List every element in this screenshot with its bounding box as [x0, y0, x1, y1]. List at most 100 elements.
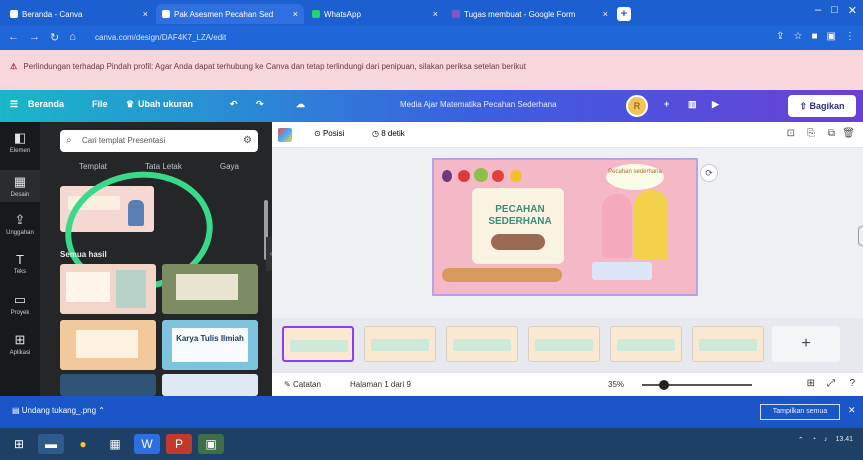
store-icon[interactable]: ▦	[102, 434, 128, 454]
template-thumbnail[interactable]	[60, 374, 156, 396]
fullscreen-icon[interactable]: ⤢	[827, 378, 835, 389]
tab-whatsapp[interactable]: WhatsApp ×	[306, 4, 444, 24]
rail-item-uploads[interactable]: ⇪ Unggahan	[0, 212, 40, 236]
file-menu[interactable]: File	[92, 99, 108, 109]
color-picker-icon[interactable]	[278, 128, 292, 142]
help-icon[interactable]: ?	[849, 378, 855, 389]
add-page-button[interactable]: +	[772, 326, 840, 362]
document-title[interactable]: Media Ajar Matematika Pecahan Sederhana	[400, 100, 557, 109]
share-button[interactable]: ⇧ Bagikan	[788, 95, 856, 117]
minimize-icon[interactable]: –	[815, 4, 821, 17]
zoom-knob[interactable]	[659, 380, 669, 390]
grid-view-icon[interactable]: ⊞	[807, 378, 815, 389]
template-thumbnail[interactable]	[162, 374, 258, 396]
template-search-input[interactable]: ⌕ Cari templat Presentasi ⚙	[60, 130, 258, 152]
close-icon[interactable]: ×	[433, 9, 438, 19]
side-handle[interactable]	[858, 226, 863, 246]
design-title[interactable]: PECAHAN SEDERHANA	[474, 204, 566, 228]
close-icon[interactable]: ×	[143, 9, 148, 19]
redo-icon[interactable]: ↷	[256, 99, 264, 110]
plus-icon[interactable]: +	[664, 99, 669, 109]
close-icon[interactable]: ×	[603, 9, 608, 19]
design-start-button[interactable]	[491, 234, 545, 250]
close-icon[interactable]: ✕	[848, 405, 856, 416]
trash-icon[interactable]: 🗑	[842, 128, 855, 139]
forward-icon[interactable]: →	[29, 31, 40, 44]
resize-button[interactable]: Ubah ukuran	[138, 99, 193, 109]
chrome-icon[interactable]: ●	[70, 434, 96, 454]
page-thumbnail[interactable]	[610, 326, 682, 362]
network-icon[interactable]: ◔	[812, 436, 816, 444]
notes-button[interactable]: ✎ Catatan	[284, 380, 321, 389]
close-icon[interactable]: ×	[293, 9, 298, 19]
template-thumbnail[interactable]	[60, 264, 156, 314]
show-all-downloads-button[interactable]: Tampilkan semua	[760, 404, 840, 420]
page-thumbnail[interactable]	[282, 326, 354, 362]
taskbar: ⊞ ▬ ● ▦ W P ▣ ⌃ ◔ ♪ 13.41	[0, 428, 863, 460]
lock-icon[interactable]: ⊡	[787, 128, 795, 139]
extensions-icon[interactable]: ■	[812, 31, 818, 42]
rail-item-text[interactable]: T Teks	[0, 252, 40, 275]
page-thumb-content	[535, 339, 593, 351]
layout-icon: ▦	[13, 174, 27, 189]
rail-item-elements[interactable]: ◧ Elemen	[0, 130, 40, 154]
tab-styles[interactable]: Gaya	[220, 162, 239, 171]
duplicate-icon[interactable]: ⧉	[828, 128, 835, 139]
avatar[interactable]: R	[626, 95, 648, 117]
copy-style-icon[interactable]: ⎘	[807, 128, 815, 139]
volume-icon[interactable]: ♪	[824, 436, 828, 444]
file-explorer-icon[interactable]: ▬	[38, 434, 64, 454]
reload-icon[interactable]: ↻	[50, 31, 59, 44]
share-page-icon[interactable]: ⇪	[776, 31, 784, 42]
share-label: Bagikan	[809, 101, 845, 111]
page-thumbnail[interactable]	[364, 326, 436, 362]
books-illustration	[592, 262, 652, 280]
tab-google-form[interactable]: Tugas membuat - Google Form ×	[446, 4, 614, 24]
template-thumbnail[interactable]	[60, 320, 156, 370]
file-icon: ▤	[12, 406, 22, 415]
word-icon[interactable]: W	[134, 434, 160, 454]
page-thumb-content	[371, 339, 429, 351]
url-field[interactable]: canva.com/design/DAF4K7_LZA/edit	[95, 31, 685, 45]
sidebar-icon[interactable]: ▣	[827, 31, 836, 42]
close-window-icon[interactable]: ✕	[848, 4, 857, 17]
refresh-icon[interactable]: ⟳	[700, 164, 718, 182]
design-badge[interactable]: Pecahan sederhana	[606, 164, 664, 190]
clock[interactable]: 13.41	[835, 436, 853, 444]
template-thumbnail[interactable]: Karya Tulis Ilmiah	[162, 320, 258, 370]
rail-label: Proyek	[10, 310, 30, 316]
maximize-icon[interactable]: □	[831, 4, 838, 17]
back-icon[interactable]: ←	[8, 31, 19, 44]
photos-icon[interactable]: ▣	[198, 434, 224, 454]
rail-item-design[interactable]: ▦ Desain	[0, 170, 40, 202]
windows-start-icon[interactable]: ⊞	[6, 434, 32, 454]
present-icon[interactable]: ▶	[712, 99, 719, 110]
chart-icon[interactable]: ▥	[688, 99, 697, 110]
new-tab-button[interactable]: +	[617, 7, 631, 21]
page-thumbnail[interactable]	[446, 326, 518, 362]
rail-item-apps[interactable]: ⊞ Aplikasi	[0, 332, 40, 356]
tab-canva-home[interactable]: Beranda - Canva ×	[4, 4, 154, 24]
filter-icon[interactable]: ⚙	[243, 130, 252, 152]
tab-templates[interactable]: Templat	[79, 162, 107, 171]
position-button[interactable]: ⊙ Posisi	[314, 129, 344, 138]
duration-button[interactable]: ◷ 8 detik	[372, 129, 405, 138]
menu-icon[interactable]: ☰	[10, 99, 18, 110]
rail-item-projects[interactable]: ▭ Proyek	[0, 292, 40, 316]
tab-canva-design[interactable]: Pak Asesmen Pecahan Sed ×	[156, 4, 304, 24]
page-indicator[interactable]: Halaman 1 dari 9	[350, 380, 411, 389]
bookmark-star-icon[interactable]: ☆	[794, 31, 803, 42]
chevron-up-icon[interactable]: ⌃	[798, 436, 804, 444]
design-canvas[interactable]: PECAHAN SEDERHANA Pecahan sederhana	[432, 158, 698, 296]
undo-icon[interactable]: ↶	[230, 99, 238, 110]
menu-icon[interactable]: ⋮	[845, 31, 855, 42]
home-link[interactable]: Beranda	[28, 99, 64, 109]
download-item[interactable]: ▤ Undang tukang_.png ⌃	[12, 406, 105, 415]
template-thumbnail[interactable]	[162, 264, 258, 314]
home-icon[interactable]: ⌂	[69, 31, 76, 44]
page-thumbnail[interactable]	[692, 326, 764, 362]
tab-layouts[interactable]: Tata Letak	[145, 162, 182, 171]
zoom-slider[interactable]	[642, 380, 752, 390]
powerpoint-icon[interactable]: P	[166, 434, 192, 454]
page-thumbnail[interactable]	[528, 326, 600, 362]
